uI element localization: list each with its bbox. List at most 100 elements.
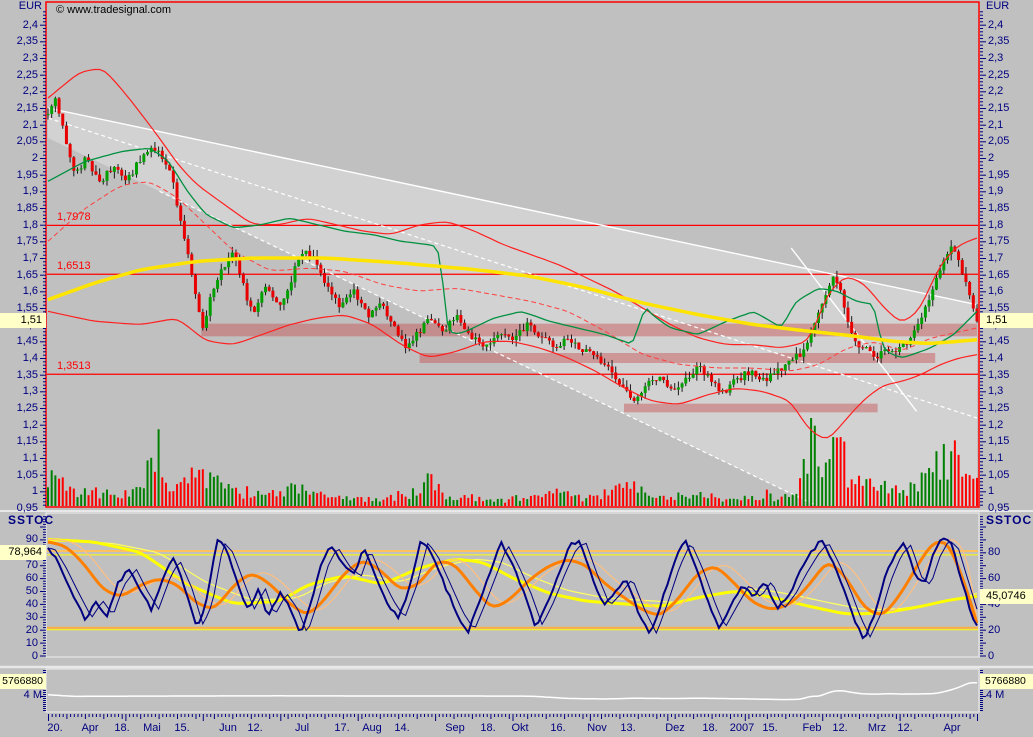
sstoc-value-badge-right: 45,0746 (980, 589, 1033, 604)
sstoc-tick-label-right: 0 (988, 650, 994, 662)
date-tick-label: Jul (284, 722, 320, 734)
date-tick-label: 14. (384, 722, 420, 734)
price-tick-label-right: 1,9 (988, 185, 1003, 197)
date-tick-label: Apr (934, 722, 970, 734)
price-tick-label-left: 1,8 (0, 219, 38, 231)
price-tick-label-right: 1,35 (988, 369, 1009, 381)
date-tick-label: 13. (610, 722, 646, 734)
hline-label-13513: 1,3513 (57, 360, 91, 373)
currency-label-left: EUR (0, 0, 42, 13)
price-tick-label-left: 1,3 (0, 385, 38, 397)
price-tick-label-right: 2,25 (988, 69, 1009, 81)
price-tick-label-right: 2,4 (988, 19, 1003, 31)
sstoc-value-badge-left: 78,964 (0, 545, 46, 560)
date-tick-label: Okt (502, 722, 538, 734)
sstoc-tick-label-left: 90 (0, 533, 38, 545)
support-zone (420, 353, 936, 363)
sstoc-panel-frame (46, 513, 979, 657)
price-tick-label-left: 1,35 (0, 369, 38, 381)
hline-label-17978: 1,7978 (57, 211, 91, 224)
price-tick-label-right: 1,3 (988, 385, 1003, 397)
sstoc-tick-label-left: 70 (0, 559, 38, 571)
price-tick-label-left: 1,6 (0, 285, 38, 297)
price-tick-label-left: 1,2 (0, 419, 38, 431)
sstoc-plot-area[interactable] (46, 539, 979, 638)
date-tick-label: 15. (752, 722, 788, 734)
support-zone (201, 324, 977, 337)
sstoc-tick-label-left: 10 (0, 637, 38, 649)
price-tick-label-left: 2,35 (0, 35, 38, 47)
price-tick-label-right: 1,65 (988, 269, 1009, 281)
sstoc-tick-label-left: 0 (0, 650, 38, 662)
sstoc-tick-label-left: 40 (0, 598, 38, 610)
volume-axis-4m-left: 4 M (0, 689, 42, 702)
price-tick-label-left: 2 (0, 152, 38, 164)
date-tick-label: 12. (822, 722, 858, 734)
sstoc-title-left: SSTOC (8, 514, 54, 527)
price-tick-label-right: 2,15 (988, 102, 1009, 114)
price-tick-label-left: 2,1 (0, 119, 38, 131)
price-plot-area[interactable] (46, 70, 979, 583)
price-tick-label-left: 0,95 (0, 502, 38, 514)
price-tick-label-right: 1,6 (988, 285, 1003, 297)
price-tick-label-left: 1,9 (0, 185, 38, 197)
price-tick-label-left: 2,3 (0, 52, 38, 64)
volume-axis-4m-right: 4 M (986, 689, 1004, 702)
price-tick-label-right: 1,85 (988, 202, 1009, 214)
price-tick-label-right: 2,05 (988, 135, 1009, 147)
sstoc-tick-label-left: 60 (0, 572, 38, 584)
price-tick-label-right: 1,2 (988, 419, 1003, 431)
price-tick-label-right: 2 (988, 152, 994, 164)
price-tick-label-left: 1,85 (0, 202, 38, 214)
price-tick-label-left: 1,4 (0, 352, 38, 364)
volume-value-badge-left: 5766880 (0, 674, 46, 689)
price-tick-label-left: 2,15 (0, 102, 38, 114)
last-price-badge-right: 1,51 (980, 313, 1033, 328)
support-zone (624, 404, 878, 413)
price-tick-label-left: 1,7 (0, 252, 38, 264)
price-tick-label-right: 2,1 (988, 119, 1003, 131)
price-tick-label-right: 2,3 (988, 52, 1003, 64)
date-tick-label: 16. (540, 722, 576, 734)
chart-canvas[interactable] (0, 0, 1033, 737)
price-tick-label-right: 1,75 (988, 235, 1009, 247)
price-tick-label-left: 1,25 (0, 402, 38, 414)
price-tick-label-right: 1 (988, 485, 994, 497)
sstoc-tick-label-right: 60 (988, 572, 1000, 584)
date-tick-label: 12. (887, 722, 923, 734)
tradesignal-chart-window: EUR EUR © www.tradesignal.com 1,7978 1,6… (0, 0, 1033, 737)
price-tick-label-right: 1,25 (988, 402, 1009, 414)
date-tick-label: 20. (37, 722, 73, 734)
hline-label-16513: 1,6513 (57, 260, 91, 273)
price-tick-label-right: 2,35 (988, 35, 1009, 47)
date-tick-label: 18. (470, 722, 506, 734)
price-tick-label-right: 1,15 (988, 435, 1009, 447)
volume-plot-area[interactable] (48, 683, 977, 700)
last-price-badge-left: 1,51 (0, 313, 46, 328)
price-tick-label-left: 1,15 (0, 435, 38, 447)
currency-label-right: EUR (986, 0, 1009, 13)
price-tick-label-left: 2,2 (0, 85, 38, 97)
date-tick-label: 15. (164, 722, 200, 734)
price-tick-label-left: 1,95 (0, 169, 38, 181)
price-tick-label-right: 1,7 (988, 252, 1003, 264)
price-tick-label-right: 1,45 (988, 335, 1009, 347)
price-tick-label-right: 1,95 (988, 169, 1009, 181)
sstoc-tick-label-right: 20 (988, 624, 1000, 636)
price-tick-label-right: 2,2 (988, 85, 1003, 97)
price-tick-label-left: 2,4 (0, 19, 38, 31)
volume-value-badge-right: 5766880 (980, 674, 1033, 689)
price-tick-label-right: 1,8 (988, 219, 1003, 231)
price-tick-label-left: 2,25 (0, 69, 38, 81)
sstoc-tick-label-left: 20 (0, 624, 38, 636)
sstoc-title-right: SSTOC (986, 514, 1032, 527)
date-tick-label: Dez (657, 722, 693, 734)
date-tick-label: Sep (437, 722, 473, 734)
sstoc-tick-label-left: 50 (0, 585, 38, 597)
price-tick-label-left: 1,1 (0, 452, 38, 464)
sstoc-tick-label-left: 30 (0, 611, 38, 623)
price-tick-label-left: 1,05 (0, 469, 38, 481)
date-tick-label: 18. (692, 722, 728, 734)
sstoc-tick-label-right: 80 (988, 546, 1000, 558)
copyright-text: © www.tradesignal.com (56, 4, 171, 17)
